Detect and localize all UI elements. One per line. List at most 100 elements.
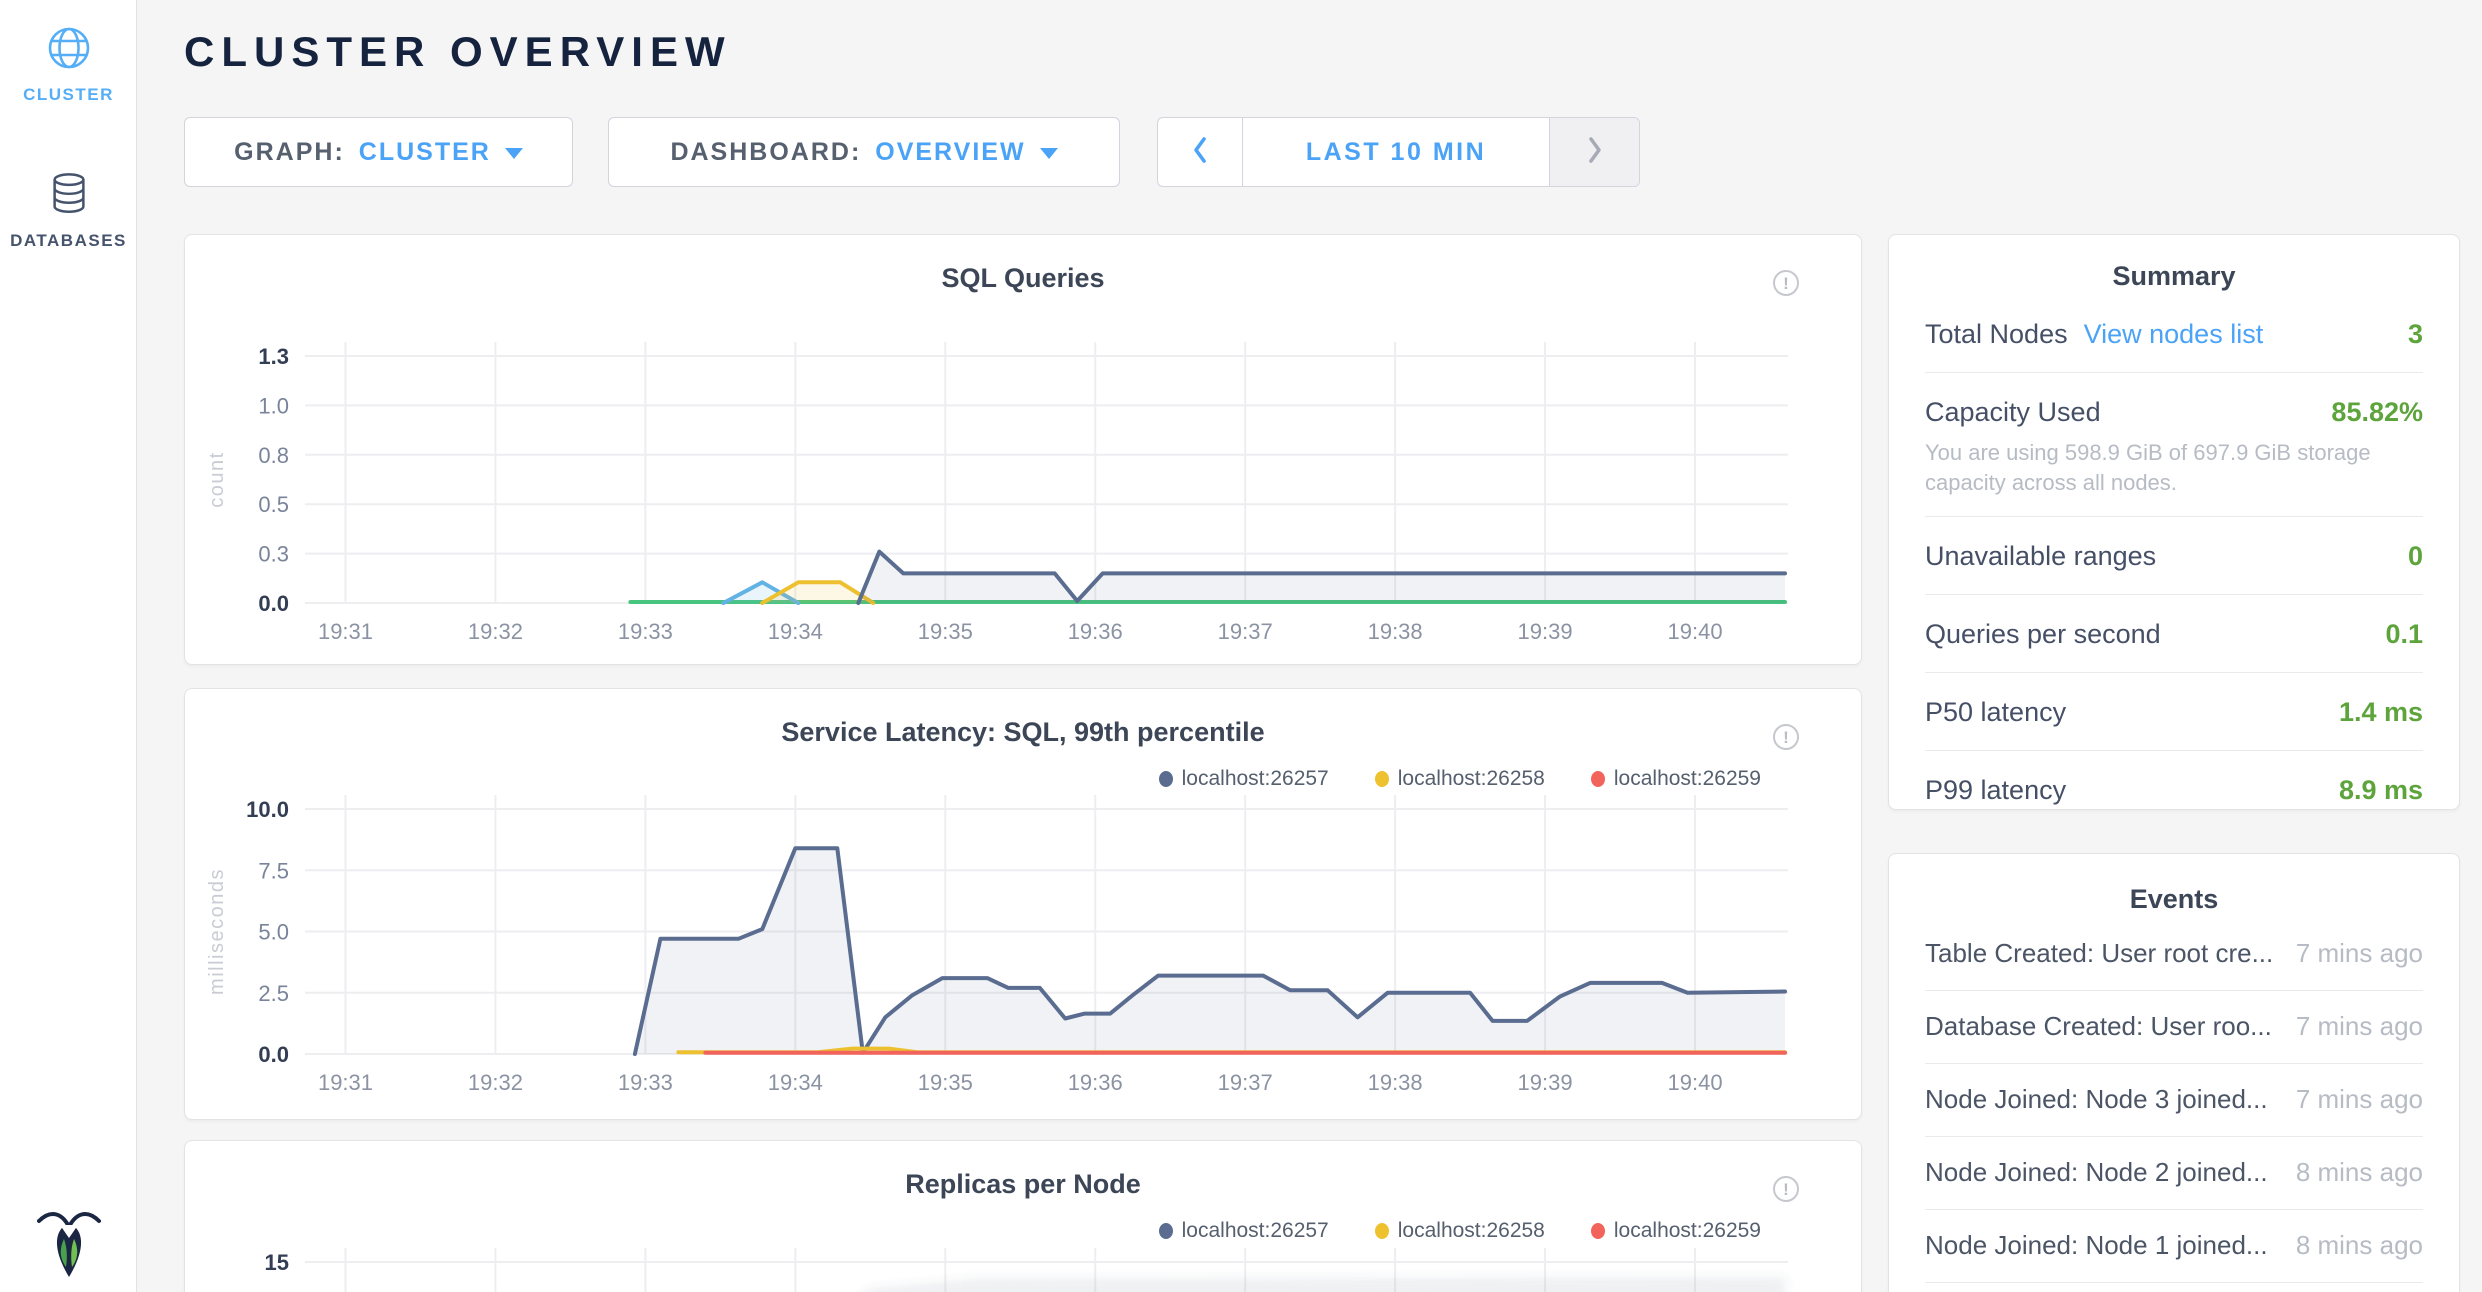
summary-row-label: P50 latency bbox=[1925, 697, 2066, 728]
dashboard-dropdown-value: OVERVIEW bbox=[875, 138, 1025, 167]
time-window-prev-button[interactable] bbox=[1158, 118, 1243, 186]
sidebar-item-label: CLUSTER bbox=[0, 85, 137, 105]
event-row: Node Joined: Node 1 joined... 8 mins ago bbox=[1925, 1210, 2423, 1283]
sidebar-item-label: DATABASES bbox=[0, 231, 137, 251]
svg-text:19:33: 19:33 bbox=[618, 1070, 673, 1095]
event-timestamp: 7 mins ago bbox=[2296, 1084, 2423, 1115]
cluster-overview-page: CLUSTER DATABASES CLUSTER O bbox=[0, 0, 2482, 1292]
event-label: Database Created: User roo... bbox=[1925, 1011, 2272, 1042]
event-timestamp: 8 mins ago bbox=[2296, 1157, 2423, 1188]
svg-text:19:38: 19:38 bbox=[1368, 1070, 1423, 1095]
graph-dropdown-value: CLUSTER bbox=[359, 138, 491, 167]
summary-row-label: P99 latency bbox=[1925, 775, 2066, 806]
capacity-used-subtext: You are using 598.9 GiB of 697.9 GiB sto… bbox=[1925, 438, 2423, 498]
svg-text:milliseconds: milliseconds bbox=[206, 868, 228, 995]
time-window-next-button[interactable] bbox=[1549, 118, 1639, 186]
summary-panel: Summary Total Nodes View nodes list 3 Ca… bbox=[1888, 234, 2460, 810]
summary-row-value: 3 bbox=[2408, 319, 2423, 350]
events-panel: Events Table Created: User root cre... 7… bbox=[1888, 853, 2460, 1292]
sidebar-item-databases[interactable]: DATABASES bbox=[0, 170, 137, 251]
replicas-per-node-chart-canvas[interactable]: 19:3119:3219:3319:3419:3519:3619:3719:38… bbox=[185, 1141, 1863, 1292]
svg-text:19:37: 19:37 bbox=[1218, 619, 1273, 644]
svg-text:0.3: 0.3 bbox=[258, 542, 289, 567]
dashboard-dropdown-label: DASHBOARD: bbox=[670, 138, 861, 167]
svg-text:19:39: 19:39 bbox=[1518, 619, 1573, 644]
event-row: Table Created: User root cre... 7 mins a… bbox=[1925, 918, 2423, 991]
svg-text:19:34: 19:34 bbox=[768, 1070, 823, 1095]
chevron-right-icon bbox=[1586, 135, 1604, 170]
svg-text:19:40: 19:40 bbox=[1668, 1070, 1723, 1095]
summary-row-label: Unavailable ranges bbox=[1925, 541, 2156, 572]
summary-row-value: 0 bbox=[2408, 541, 2423, 572]
svg-text:19:36: 19:36 bbox=[1068, 1070, 1123, 1095]
service-latency-chart-card: Service Latency: SQL, 99th percentile lo… bbox=[184, 688, 1862, 1120]
event-label: Node Joined: Node 1 joined... bbox=[1925, 1230, 2268, 1261]
dashboard-dropdown[interactable]: DASHBOARD: OVERVIEW bbox=[608, 117, 1120, 187]
svg-text:19:31: 19:31 bbox=[318, 1070, 373, 1095]
summary-row-total-nodes: Total Nodes View nodes list 3 bbox=[1925, 295, 2423, 373]
svg-text:19:31: 19:31 bbox=[318, 619, 373, 644]
database-stack-icon bbox=[46, 205, 92, 222]
event-row: Database Created: User roo... 7 mins ago bbox=[1925, 991, 2423, 1064]
summary-row-label: Total Nodes bbox=[1925, 319, 2068, 350]
summary-row-unavailable-ranges: Unavailable ranges 0 bbox=[1925, 517, 2423, 595]
caret-down-icon bbox=[1040, 148, 1058, 159]
svg-text:10.0: 10.0 bbox=[246, 797, 289, 822]
svg-text:15: 15 bbox=[265, 1250, 289, 1275]
cockroachdb-bug-logo bbox=[0, 1207, 137, 1284]
chevron-left-icon bbox=[1191, 135, 1209, 170]
event-label: Node Joined: Node 2 joined... bbox=[1925, 1157, 2268, 1188]
svg-text:1.0: 1.0 bbox=[258, 393, 289, 418]
event-timestamp: 8 mins ago bbox=[2296, 1230, 2423, 1261]
summary-row-p50-latency: P50 latency 1.4 ms bbox=[1925, 673, 2423, 751]
page-title: CLUSTER OVERVIEW bbox=[184, 28, 732, 76]
svg-text:5.0: 5.0 bbox=[258, 920, 289, 945]
summary-row-value: 1.4 ms bbox=[2339, 697, 2423, 728]
summary-row-label: Queries per second bbox=[1925, 619, 2161, 650]
sql-queries-chart-card: SQL Queries 19:3119:3219:3319:3419:3519:… bbox=[184, 234, 1862, 665]
event-row: Node Joined: Node 2 joined... 8 mins ago bbox=[1925, 1137, 2423, 1210]
svg-text:19:32: 19:32 bbox=[468, 1070, 523, 1095]
event-timestamp: 7 mins ago bbox=[2296, 1011, 2423, 1042]
graph-dropdown-label: GRAPH: bbox=[234, 138, 345, 167]
events-title: Events bbox=[1925, 884, 2423, 918]
svg-text:2.5: 2.5 bbox=[258, 981, 289, 1006]
summary-row-value: 8.9 ms bbox=[2339, 775, 2423, 806]
replicas-per-node-chart-card: Replicas per Node localhost:26257 localh… bbox=[184, 1140, 1862, 1292]
svg-text:19:34: 19:34 bbox=[768, 619, 823, 644]
summary-title: Summary bbox=[1925, 261, 2423, 295]
sidebar-item-cluster[interactable]: CLUSTER bbox=[0, 24, 137, 105]
svg-text:19:37: 19:37 bbox=[1218, 1070, 1273, 1095]
svg-text:0.0: 0.0 bbox=[258, 1042, 289, 1067]
svg-text:1.3: 1.3 bbox=[258, 344, 289, 369]
svg-text:0.0: 0.0 bbox=[258, 591, 289, 616]
summary-row-p99-latency: P99 latency 8.9 ms bbox=[1925, 751, 2423, 828]
caret-down-icon bbox=[505, 148, 523, 159]
service-latency-chart-canvas[interactable]: 19:31 19:32 19:33 19:34 19:35 19:36 19:37 19:38… bbox=[185, 689, 1863, 1121]
summary-row-queries-per-second: Queries per second 0.1 bbox=[1925, 595, 2423, 673]
svg-text:0.8: 0.8 bbox=[258, 443, 289, 468]
summary-row-label: Capacity Used bbox=[1925, 397, 2101, 428]
sidebar: CLUSTER DATABASES bbox=[0, 0, 137, 1292]
svg-text:19:38: 19:38 bbox=[1368, 619, 1423, 644]
graph-dropdown[interactable]: GRAPH: CLUSTER bbox=[184, 117, 573, 187]
svg-text:19:35: 19:35 bbox=[918, 1070, 973, 1095]
view-nodes-list-link[interactable]: View nodes list bbox=[2084, 319, 2264, 350]
summary-row-capacity-used: Capacity Used 85.82% You are using 598.9… bbox=[1925, 373, 2423, 517]
event-timestamp: 7 mins ago bbox=[2296, 938, 2423, 969]
event-label: Node Joined: Node 3 joined... bbox=[1925, 1084, 2268, 1115]
globe-icon bbox=[45, 59, 93, 76]
summary-row-value: 0.1 bbox=[2385, 619, 2423, 650]
svg-text:19:40: 19:40 bbox=[1668, 619, 1723, 644]
svg-text:0.5: 0.5 bbox=[258, 492, 289, 517]
summary-row-value: 85.82% bbox=[2331, 397, 2423, 428]
event-row: Node Joined: Node 3 joined... 7 mins ago bbox=[1925, 1064, 2423, 1137]
event-label: Table Created: User root cre... bbox=[1925, 938, 2273, 969]
time-window-range-button[interactable]: LAST 10 MIN bbox=[1243, 118, 1549, 186]
svg-text:19:39: 19:39 bbox=[1518, 1070, 1573, 1095]
sql-queries-chart-canvas[interactable]: 19:3119:3219:3319:3419:3519:3619:3719:38… bbox=[185, 235, 1863, 666]
svg-text:19:32: 19:32 bbox=[468, 619, 523, 644]
svg-text:count: count bbox=[206, 451, 228, 507]
svg-text:19:36: 19:36 bbox=[1068, 619, 1123, 644]
time-window-selector: LAST 10 MIN bbox=[1157, 117, 1640, 187]
